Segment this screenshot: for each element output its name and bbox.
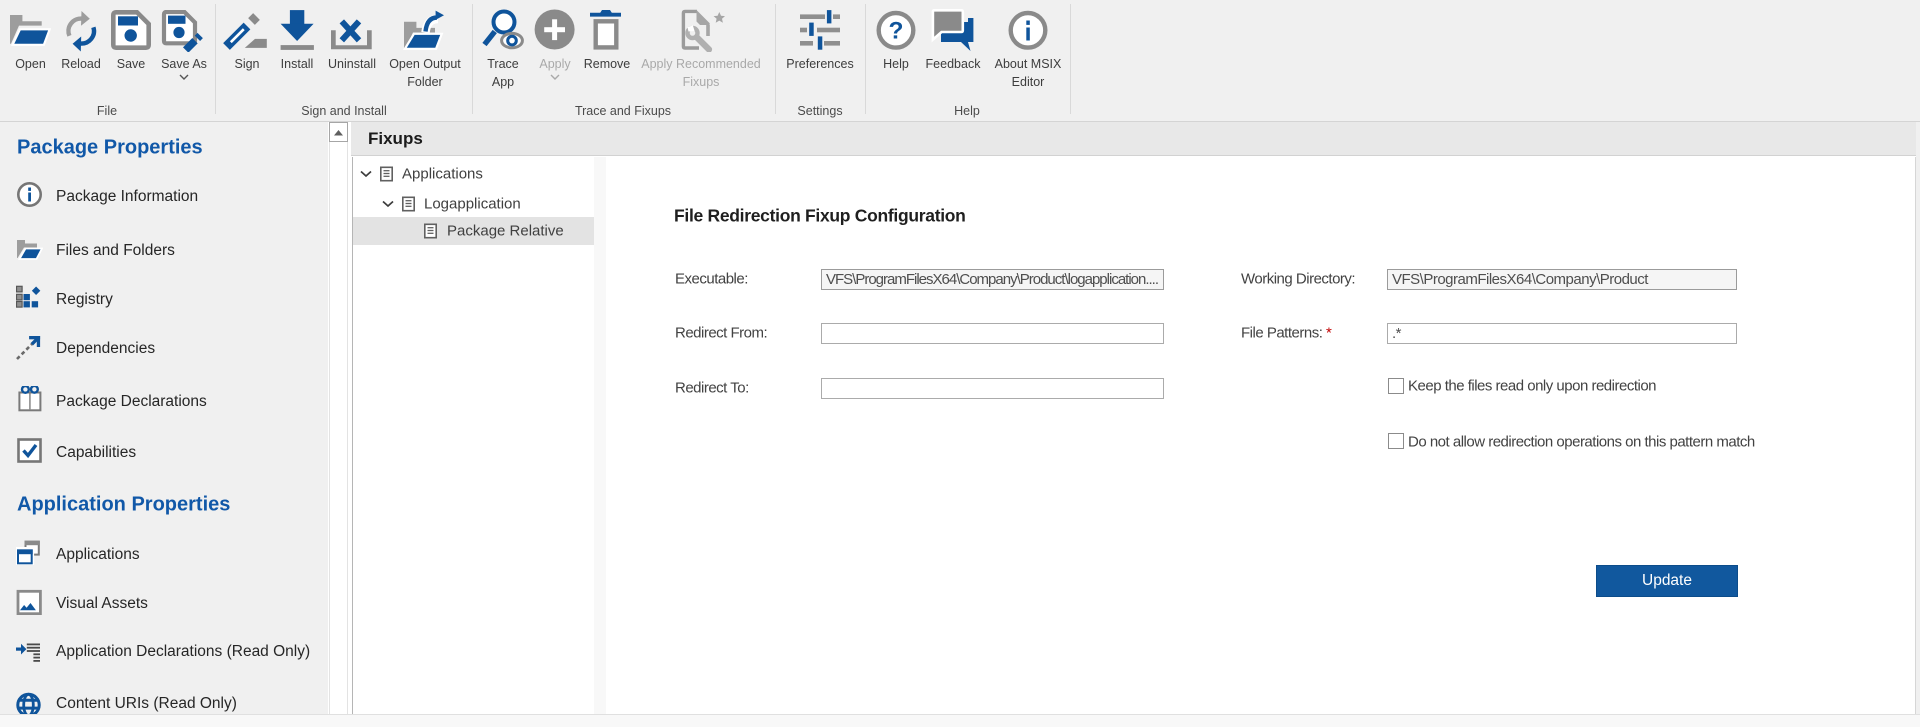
svg-text:?: ? bbox=[889, 18, 904, 45]
